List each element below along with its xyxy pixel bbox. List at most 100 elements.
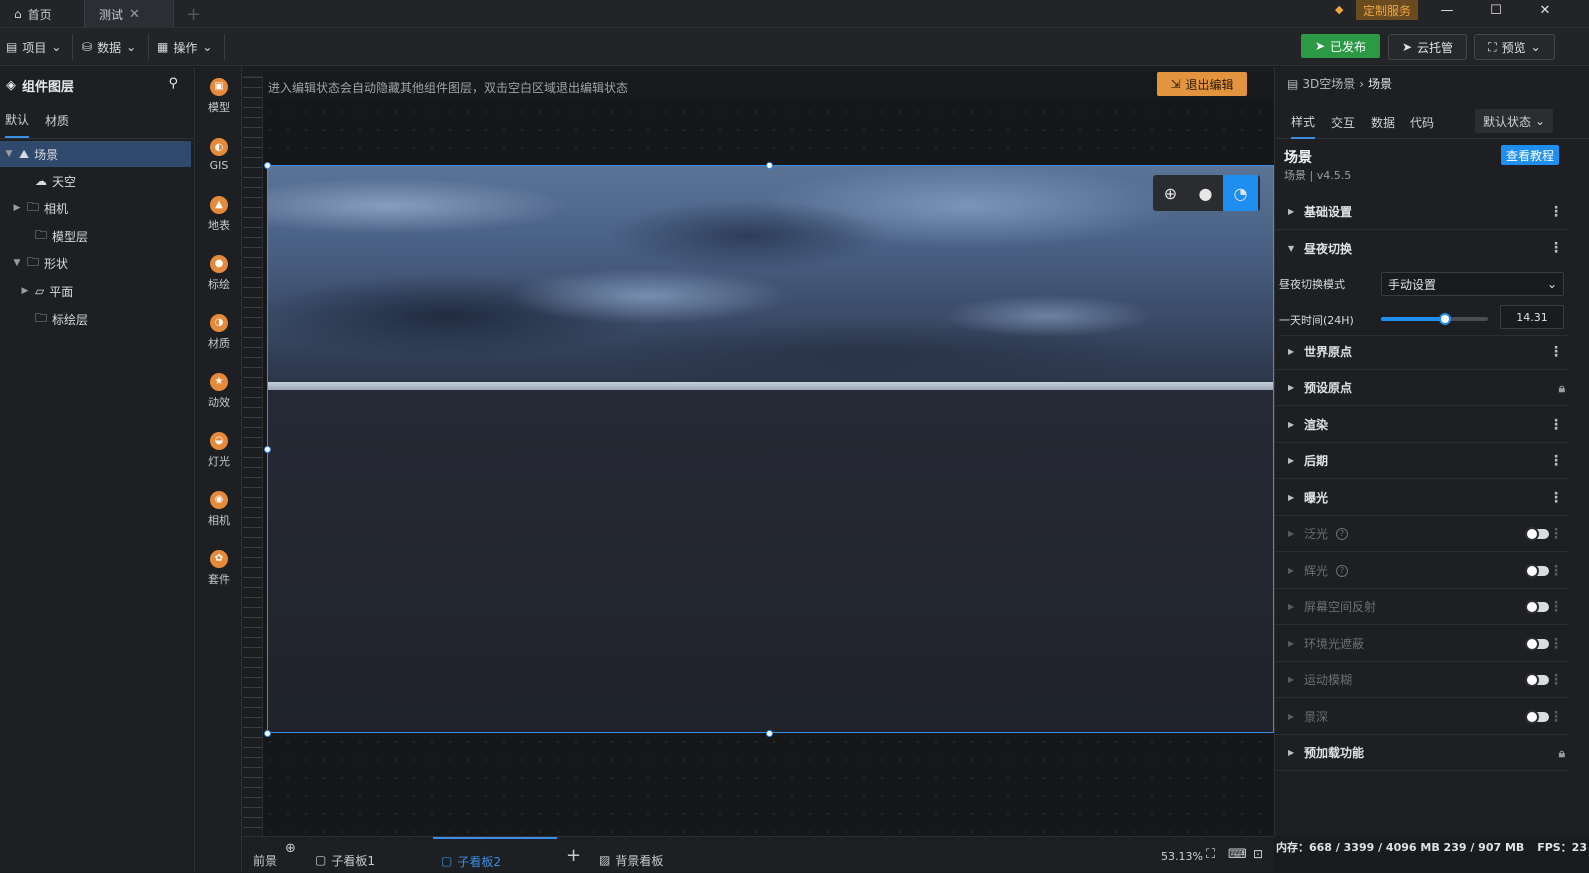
resize-handle-tl[interactable] <box>264 162 271 169</box>
glow-toggle[interactable] <box>1525 564 1549 578</box>
state-select[interactable]: 默认状态 ⌄ <box>1475 109 1553 133</box>
section-basic[interactable]: ▶ 基础设置 ⋮ <box>1275 194 1569 230</box>
dof-toggle[interactable] <box>1525 710 1549 724</box>
scene-viewport[interactable] <box>267 165 1274 733</box>
add-circle-icon[interactable]: ⊕ <box>285 841 296 856</box>
section-ssr[interactable]: ▶ 屏幕空间反射 ⋮ <box>1275 589 1569 625</box>
globe-icon[interactable]: ⊕ <box>1153 175 1188 211</box>
section-day-night[interactable]: ▼ 昼夜切换 ⋮ <box>1275 230 1569 266</box>
caret-down-icon[interactable]: ▼ <box>12 258 22 268</box>
strip-gis[interactable]: ◐ GIS <box>196 130 242 180</box>
strip-material[interactable]: ◑ 材质 <box>196 307 242 357</box>
caret-right-icon[interactable]: ▶ <box>12 203 22 213</box>
section-world-origin[interactable]: ▶ 世界原点 ⋮ <box>1275 334 1569 370</box>
tree-item-shape[interactable]: ▼ 🗀 形状 <box>12 250 69 276</box>
maximize-button[interactable]: ☐ <box>1476 0 1516 20</box>
tab-sub-board-1[interactable]: ▢ 子看板1 <box>315 837 375 873</box>
add-board-button[interactable]: + <box>566 845 581 866</box>
more-icon[interactable]: ⋮ <box>1549 672 1563 688</box>
search-icon[interactable]: ⚲ <box>168 76 178 91</box>
day-night-mode-select[interactable]: 手动设置 ⌄ <box>1381 272 1564 296</box>
help-icon[interactable]: ? <box>1336 527 1349 540</box>
ssr-toggle[interactable] <box>1525 600 1549 614</box>
section-ao[interactable]: ▶ 环境光遮蔽 ⋮ <box>1275 626 1569 662</box>
tab-material[interactable]: 材质 <box>45 104 69 137</box>
keyboard-icon[interactable]: ⌨ <box>1228 847 1247 862</box>
close-icon[interactable]: ✕ <box>129 7 140 22</box>
resize-handle-left[interactable] <box>264 446 271 453</box>
menu-project[interactable]: ▤ 项目 ⌄ <box>6 37 61 57</box>
menu-data[interactable]: ⛁ 数据 ⌄ <box>82 37 136 57</box>
strip-effect[interactable]: ★ 动效 <box>196 366 242 416</box>
more-icon[interactable]: ⋮ <box>1549 204 1563 220</box>
resize-handle-bl[interactable] <box>264 730 271 737</box>
orbit-icon[interactable]: ◔ <box>1223 175 1258 211</box>
tree-item-plot-layer[interactable]: 🗀 标绘层 <box>20 306 88 332</box>
caret-right-icon[interactable]: ▶ <box>20 286 30 296</box>
section-dof[interactable]: ▶ 景深 ⋮ <box>1275 699 1569 735</box>
tab-style[interactable]: 样式 <box>1291 105 1316 139</box>
more-icon[interactable]: ⋮ <box>1549 526 1563 542</box>
more-icon[interactable]: ⋮ <box>1549 599 1563 615</box>
strip-light[interactable]: ◒ 灯光 <box>196 425 242 475</box>
more-icon[interactable]: ⋮ <box>1549 636 1563 652</box>
resize-handle-bottom[interactable] <box>766 730 773 737</box>
caret-down-icon[interactable]: ▼ <box>4 149 14 159</box>
strip-kit[interactable]: ✿ 套件 <box>196 543 242 593</box>
tree-item-scene[interactable]: ▼ ⛰ 场景 <box>0 141 191 167</box>
terminal-icon[interactable]: ⊡ <box>1253 847 1263 861</box>
section-render[interactable]: ▶ 渲染 ⋮ <box>1275 407 1569 443</box>
more-icon[interactable]: ⋮ <box>1549 709 1563 725</box>
ao-toggle[interactable] <box>1525 637 1549 651</box>
tree-item-camera[interactable]: ▶ 🗀 相机 <box>12 195 69 221</box>
zoom-level[interactable]: 53.13% <box>1161 850 1203 863</box>
tutorial-button[interactable]: 查看教程 <box>1501 145 1559 165</box>
tab-test[interactable]: 测试 ✕ <box>84 0 174 28</box>
tree-item-plane[interactable]: ▶ ▱ 平面 <box>20 278 74 304</box>
fit-icon[interactable]: ⛶ <box>1206 847 1215 862</box>
more-icon[interactable]: ⋮ <box>1549 417 1563 433</box>
section-post[interactable]: ▶ 后期 ⋮ <box>1275 443 1569 479</box>
more-icon[interactable]: ⋮ <box>1549 453 1563 469</box>
tab-sub-board-2[interactable]: ▢ 子看板2 <box>433 837 557 873</box>
section-preset-origin[interactable]: ▶ 预设原点 🔒︎ <box>1275 370 1569 406</box>
breadcrumb-parent[interactable]: 3D空场景 <box>1302 75 1355 92</box>
tree-item-model-layer[interactable]: 🗀 模型层 <box>20 223 88 249</box>
tab-data[interactable]: 数据 <box>1371 105 1395 139</box>
exit-edit-button[interactable]: ⇲ 退出编辑 <box>1157 72 1247 96</box>
strip-terrain[interactable]: ▲ 地表 <box>196 189 242 239</box>
more-icon[interactable]: ⋮ <box>1549 344 1563 360</box>
tab-default[interactable]: 默认 <box>5 103 30 138</box>
day-time-input[interactable]: 14.31 <box>1500 305 1564 329</box>
strip-plot[interactable]: ● 标绘 <box>196 248 242 298</box>
sphere-icon[interactable]: ● <box>1188 175 1223 211</box>
section-motion-blur[interactable]: ▶ 运动模糊 ⋮ <box>1275 662 1569 698</box>
close-window-button[interactable]: ✕ <box>1525 0 1565 20</box>
published-button[interactable]: ➤ 已发布 <box>1301 34 1380 58</box>
custom-service-button[interactable]: 定制服务 <box>1356 0 1418 20</box>
section-preload[interactable]: ▶ 预加载功能 🔒︎ <box>1275 735 1569 771</box>
section-glow[interactable]: ▶ 辉光 ? ⋮ <box>1275 553 1569 589</box>
more-icon[interactable]: ⋮ <box>1549 490 1563 506</box>
tree-item-sky[interactable]: ☁ 天空 <box>20 168 76 194</box>
help-icon[interactable]: ? <box>1336 564 1349 577</box>
section-bloom[interactable]: ▶ 泛光 ? ⋮ <box>1275 516 1569 552</box>
bloom-toggle[interactable] <box>1525 527 1549 541</box>
slider-knob[interactable] <box>1438 313 1451 325</box>
section-exposure[interactable]: ▶ 曝光 ⋮ <box>1275 480 1569 516</box>
tab-home[interactable]: ⌂ 首页 <box>0 0 78 28</box>
tab-foreground[interactable]: 前景 <box>253 837 277 873</box>
add-tab-button[interactable]: + <box>186 4 201 25</box>
more-icon[interactable]: ⋮ <box>1549 563 1563 579</box>
day-time-slider[interactable] <box>1381 313 1488 325</box>
tab-background-board[interactable]: ▨ 背景看板 <box>599 837 663 873</box>
motion-blur-toggle[interactable] <box>1525 673 1549 687</box>
tab-code[interactable]: 代码 <box>1410 105 1434 139</box>
menu-operation[interactable]: ▦ 操作 ⌄ <box>157 37 212 57</box>
minimize-button[interactable]: — <box>1427 0 1467 20</box>
cloud-hosting-button[interactable]: ➤ 云托管 <box>1388 34 1467 60</box>
strip-camera[interactable]: ◉ 相机 <box>196 484 242 534</box>
tab-interaction[interactable]: 交互 <box>1331 105 1355 139</box>
strip-model[interactable]: ▣ 模型 <box>196 71 242 121</box>
preview-button[interactable]: ⛶ 预览 ⌄ <box>1474 34 1555 60</box>
